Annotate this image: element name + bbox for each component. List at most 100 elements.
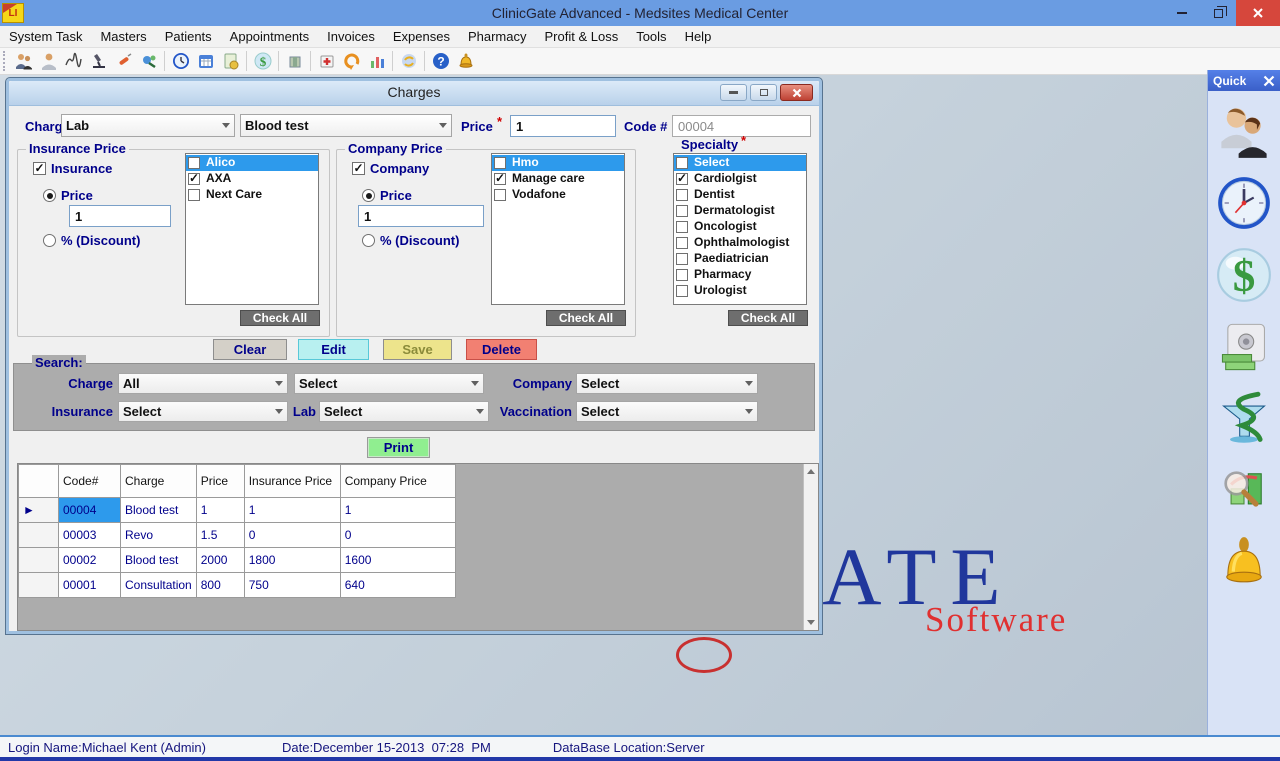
item-checkbox[interactable] (188, 173, 200, 185)
quick-billing-dollar-icon[interactable]: $ (1216, 247, 1272, 303)
item-checkbox[interactable] (494, 173, 506, 185)
insurance-price-radio[interactable] (43, 189, 56, 202)
table-row[interactable]: 00002 Blood test 2000 1800 1600 (19, 548, 456, 573)
search-lab-select[interactable]: Select (319, 401, 489, 422)
minimize-button[interactable] (1164, 0, 1200, 26)
cell-charge[interactable]: Revo (121, 523, 197, 548)
search-charge-item-select[interactable]: Select (294, 373, 484, 394)
search-company-select[interactable]: Select (576, 373, 758, 394)
delete-button[interactable]: Delete (466, 339, 537, 360)
list-item[interactable]: Hmo (492, 155, 624, 171)
table-row[interactable]: 00001 Consultation 800 750 640 (19, 573, 456, 598)
item-checkbox[interactable] (676, 205, 688, 217)
list-item[interactable]: Paediatrician (674, 251, 806, 267)
item-checkbox[interactable] (676, 253, 688, 265)
cell-charge[interactable]: Blood test (121, 498, 197, 523)
sync-icon[interactable] (396, 49, 421, 73)
company-discount-radio-row[interactable]: % (Discount) (362, 233, 459, 248)
search-vaccination-select[interactable]: Select (576, 401, 758, 422)
cell-insurance-price[interactable]: 750 (244, 573, 340, 598)
dollar-icon[interactable]: $ (250, 49, 275, 73)
cell-code[interactable]: 00004 (59, 498, 121, 523)
item-checkbox[interactable] (188, 189, 200, 201)
close-button[interactable] (1236, 0, 1280, 26)
help-icon[interactable]: ? (428, 49, 453, 73)
scroll-up-icon[interactable] (804, 464, 819, 479)
specialty-check-all-button[interactable]: Check All (728, 310, 808, 326)
print-button[interactable]: Print (367, 437, 430, 458)
clock-icon[interactable] (168, 49, 193, 73)
cell-price[interactable]: 2000 (196, 548, 244, 573)
company-checkbox[interactable] (352, 162, 365, 175)
cell-company-price[interactable]: 1600 (340, 548, 455, 573)
cell-insurance-price[interactable]: 1800 (244, 548, 340, 573)
item-checkbox[interactable] (676, 189, 688, 201)
chart-icon[interactable] (364, 49, 389, 73)
list-item[interactable]: Urologist (674, 283, 806, 299)
microscope-icon[interactable] (86, 49, 111, 73)
list-item[interactable]: Dermatologist (674, 203, 806, 219)
cell-code[interactable]: 00003 (59, 523, 121, 548)
quick-pharmacy-icon[interactable] (1216, 391, 1272, 447)
list-item[interactable]: Next Care (186, 187, 318, 203)
dialog-close-button[interactable] (780, 84, 813, 101)
search-charge-select[interactable]: All (118, 373, 288, 394)
insurance-discount-radio-row[interactable]: % (Discount) (43, 233, 140, 248)
insurance-checkbox[interactable] (33, 162, 46, 175)
search-insurance-select[interactable]: Select (118, 401, 288, 422)
grid-scrollbar[interactable] (803, 464, 818, 630)
edit-button[interactable]: Edit (298, 339, 369, 360)
quick-alerts-bell-icon[interactable] (1216, 535, 1272, 591)
menu-system-task[interactable]: System Task (0, 26, 91, 48)
company-price-radio[interactable] (362, 189, 375, 202)
undo-arrow-icon[interactable] (339, 49, 364, 73)
list-item[interactable]: AXA (186, 171, 318, 187)
bell-icon[interactable] (453, 49, 478, 73)
insurance-discount-radio[interactable] (43, 234, 56, 247)
cell-charge[interactable]: Blood test (121, 548, 197, 573)
col-insurance-price[interactable]: Insurance Price (244, 465, 340, 498)
col-company-price[interactable]: Company Price (340, 465, 455, 498)
item-checkbox[interactable] (676, 237, 688, 249)
insurance-price-radio-row[interactable]: Price (43, 188, 93, 203)
item-checkbox[interactable] (494, 189, 506, 201)
company-check-all-button[interactable]: Check All (546, 310, 626, 326)
company-price-input[interactable]: 1 (358, 205, 484, 227)
restore-button[interactable] (1200, 0, 1236, 26)
menu-profit-loss[interactable]: Profit & Loss (536, 26, 628, 48)
cell-company-price[interactable]: 1 (340, 498, 455, 523)
dialog-minimize-button[interactable] (720, 84, 747, 101)
item-checkbox[interactable] (676, 269, 688, 281)
item-checkbox[interactable] (676, 157, 688, 169)
cell-code[interactable]: 00001 (59, 573, 121, 598)
list-item[interactable]: Alico (186, 155, 318, 171)
item-checkbox[interactable] (188, 157, 200, 169)
scroll-down-icon[interactable] (804, 615, 819, 630)
cell-insurance-price[interactable]: 1 (244, 498, 340, 523)
menu-pharmacy[interactable]: Pharmacy (459, 26, 536, 48)
menu-masters[interactable]: Masters (91, 26, 155, 48)
list-item[interactable]: Dentist (674, 187, 806, 203)
list-item[interactable]: Cardiolgist (674, 171, 806, 187)
cell-price[interactable]: 800 (196, 573, 244, 598)
patients-icon[interactable] (11, 49, 36, 73)
menu-expenses[interactable]: Expenses (384, 26, 459, 48)
syringe-icon[interactable] (111, 49, 136, 73)
col-code[interactable]: Code# (59, 465, 121, 498)
cell-charge[interactable]: Consultation (121, 573, 197, 598)
clear-button[interactable]: Clear (213, 339, 287, 360)
calendar-icon[interactable] (193, 49, 218, 73)
company-checkbox-row[interactable]: Company (352, 161, 429, 176)
table-row[interactable]: ► 00004 Blood test 1 1 1 (19, 498, 456, 523)
cell-company-price[interactable]: 640 (340, 573, 455, 598)
quick-clock-icon[interactable] (1216, 175, 1272, 231)
item-checkbox[interactable] (676, 221, 688, 233)
list-item[interactable]: Manage care (492, 171, 624, 187)
list-item[interactable]: Vodafone (492, 187, 624, 203)
col-charge[interactable]: Charge (121, 465, 197, 498)
menu-invoices[interactable]: Invoices (318, 26, 384, 48)
cell-company-price[interactable]: 0 (340, 523, 455, 548)
company-price-radio-row[interactable]: Price (362, 188, 412, 203)
item-checkbox[interactable] (494, 157, 506, 169)
medical-tools-icon[interactable] (136, 49, 161, 73)
